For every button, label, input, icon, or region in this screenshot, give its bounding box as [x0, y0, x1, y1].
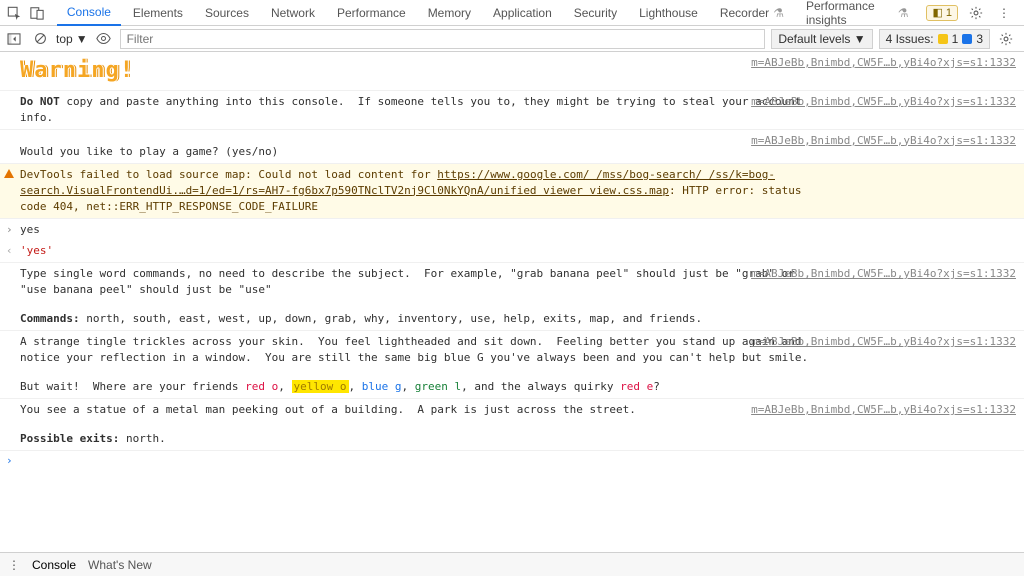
source-link[interactable]: m=ABJeBb,Bnimbd,CW5F…b,yBi4o?xjs=s1:1332 [751, 55, 1016, 71]
tab-performance[interactable]: Performance [327, 0, 416, 26]
log-text: Possible exits: north. [20, 431, 1016, 447]
settings-gear-icon[interactable] [966, 3, 986, 23]
log-row: m=ABJeBb,Bnimbd,CW5F…b,yBi4o?xjs=s1:1332… [0, 52, 1024, 91]
tab-label: Console [67, 5, 111, 19]
drawer-tab-console[interactable]: Console [32, 558, 76, 572]
drawer-tab-whatsnew[interactable]: What's New [88, 558, 152, 572]
tab-elements[interactable]: Elements [123, 0, 193, 26]
input-echo-row: yes [0, 219, 1024, 241]
clear-console-icon[interactable] [30, 29, 50, 49]
log-text: But wait! Where are your friends red o, … [20, 379, 1016, 395]
tab-recorder[interactable]: Recorder ⚗ [710, 0, 794, 26]
tab-network[interactable]: Network [261, 0, 325, 26]
source-link[interactable]: m=ABJeBb,Bnimbd,CW5F…b,yBi4o?xjs=s1:1332 [751, 334, 1016, 350]
console-toolbar: top ▼ Default levels ▼ 4 Issues: 1 3 [0, 26, 1024, 52]
log-text: Commands: north, south, east, west, up, … [20, 311, 1016, 327]
warning-count-badge[interactable]: ◧1 [926, 5, 958, 21]
tab-label: Memory [428, 6, 471, 20]
kebab-menu-icon[interactable]: ⋮ [994, 3, 1014, 23]
issues-label: 4 Issues: [886, 32, 934, 46]
tab-label: Application [493, 6, 552, 20]
console-input[interactable] [20, 455, 1016, 468]
log-text: DevTools failed to load source map: Coul… [20, 167, 1016, 215]
device-toolbar-icon[interactable] [27, 3, 46, 23]
tab-sources[interactable]: Sources [195, 0, 259, 26]
warn-flag-icon [938, 34, 948, 44]
source-link[interactable]: m=ABJeBb,Bnimbd,CW5F…b,yBi4o?xjs=s1:1332 [751, 402, 1016, 418]
source-link[interactable]: m=ABJeBb,Bnimbd,CW5F…b,yBi4o?xjs=s1:1332 [751, 94, 1016, 110]
log-row: m=ABJeBb,Bnimbd,CW5F…b,yBi4o?xjs=s1:1332… [0, 263, 1024, 301]
experiment-icon: ⚗ [898, 6, 909, 20]
log-row: m=ABJeBb,Bnimbd,CW5F…b,yBi4o?xjs=s1:1332… [0, 331, 1024, 369]
issues-warn-count: 1 [952, 32, 959, 46]
live-expression-eye-icon[interactable] [94, 29, 114, 49]
log-row: Possible exits: north. [0, 421, 1024, 451]
tab-label: Performance [337, 6, 406, 20]
tab-label: Elements [133, 6, 183, 20]
drawer-tab-bar: ⋮ Console What's New [0, 552, 1024, 576]
log-row: But wait! Where are your friends red o, … [0, 369, 1024, 399]
context-label: top [56, 32, 73, 46]
tab-security[interactable]: Security [564, 0, 627, 26]
tab-label: Network [271, 6, 315, 20]
tab-lighthouse[interactable]: Lighthouse [629, 0, 708, 26]
log-row: m=ABJeBb,Bnimbd,CW5F…b,yBi4o?xjs=s1:1332… [0, 399, 1024, 421]
warning-row: DevTools failed to load source map: Coul… [0, 164, 1024, 219]
user-input-echo: yes [20, 222, 1016, 238]
kebab-menu-icon[interactable]: ⋮ [8, 558, 20, 572]
tab-label: Recorder [720, 6, 769, 20]
issues-button[interactable]: 4 Issues: 1 3 [879, 29, 990, 49]
info-flag-icon [962, 34, 972, 44]
devtools-right-controls: ◧1 ⋮ [926, 3, 1020, 23]
tab-console[interactable]: Console [57, 0, 121, 26]
source-link[interactable]: m=ABJeBb,Bnimbd,CW5F…b,yBi4o?xjs=s1:1332 [751, 133, 1016, 149]
levels-label: Default levels [778, 32, 850, 46]
log-levels-select[interactable]: Default levels ▼ [771, 29, 872, 49]
context-selector[interactable]: top ▼ [56, 32, 88, 46]
tab-application[interactable]: Application [483, 0, 562, 26]
source-link[interactable]: m=ABJeBb,Bnimbd,CW5F…b,yBi4o?xjs=s1:1332 [751, 266, 1016, 282]
log-row: Commands: north, south, east, west, up, … [0, 301, 1024, 331]
tab-label: Security [574, 6, 617, 20]
warning-count: 1 [946, 7, 952, 19]
devtools-tab-strip: Console Elements Sources Network Perform… [0, 0, 1024, 26]
experiment-icon: ⚗ [773, 6, 784, 20]
tab-memory[interactable]: Memory [418, 0, 481, 26]
panel-tabs: Console Elements Sources Network Perform… [57, 0, 919, 26]
tab-label: Performance insights [806, 0, 894, 27]
eval-result-row: 'yes' [0, 240, 1024, 263]
flag-icon: ◧ [932, 6, 942, 19]
log-row: m=ABJeBb,Bnimbd,CW5F…b,yBi4o?xjs=s1:1332… [0, 130, 1024, 164]
filter-input[interactable] [120, 29, 766, 49]
inspect-element-icon[interactable] [4, 3, 23, 23]
chevron-down-icon: ▼ [76, 32, 88, 46]
tab-label: Lighthouse [639, 6, 698, 20]
console-input-row[interactable] [0, 451, 1024, 472]
console-settings-gear-icon[interactable] [996, 29, 1016, 49]
toggle-sidebar-icon[interactable] [4, 29, 24, 49]
log-row: m=ABJeBb,Bnimbd,CW5F…b,yBi4o?xjs=s1:1332… [0, 91, 1024, 130]
issues-info-count: 3 [976, 32, 983, 46]
console-output: m=ABJeBb,Bnimbd,CW5F…b,yBi4o?xjs=s1:1332… [0, 52, 1024, 552]
tab-label: Sources [205, 6, 249, 20]
eval-result: 'yes' [20, 243, 1016, 259]
tab-perf-insights[interactable]: Performance insights ⚗ [796, 0, 919, 26]
